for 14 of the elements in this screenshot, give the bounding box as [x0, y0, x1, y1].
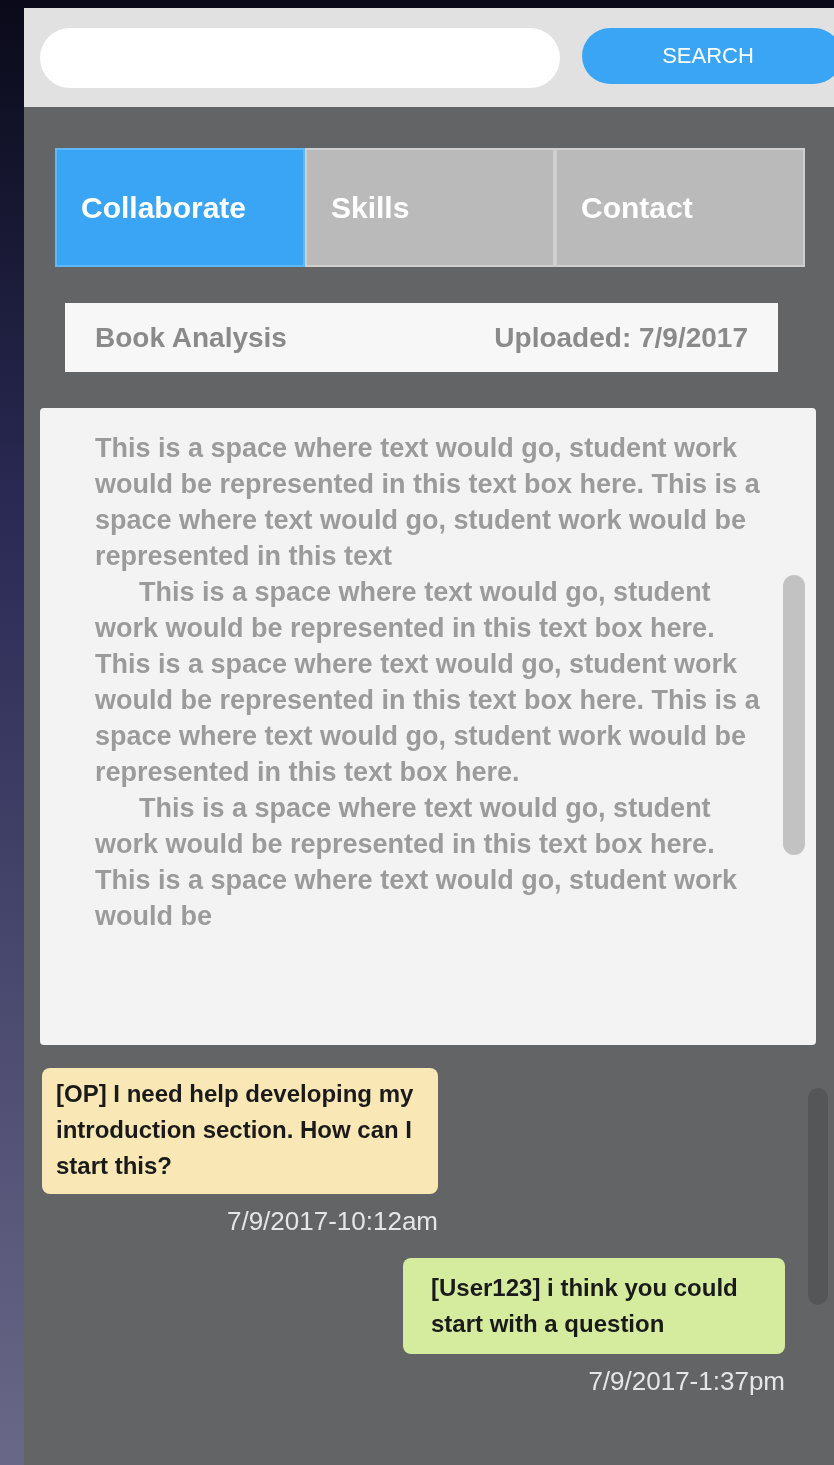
search-button[interactable]: SEARCH [582, 28, 834, 84]
tab[interactable]: Contact [555, 148, 805, 267]
tab[interactable]: Collaborate [55, 148, 305, 267]
message-time: 7/9/2017-10:12am [226, 1205, 438, 1238]
message-bubble: [User123] i think you could start with a question [403, 1258, 785, 1354]
document-title: Book Analysis [95, 321, 287, 354]
tab[interactable]: Skills [305, 148, 555, 267]
paragraph: This is a space where text would go, student work would be represented in this text box here. This is a space where text would go, student work would be represented in this text box here. This is a space where text would go, student work would be represented in this text box here. [95, 576, 760, 789]
upload-date: Uploaded: 7/9/2017 [494, 321, 748, 354]
message-bubble: [OP] I need help developing my introduction section. How can I start this? [42, 1068, 438, 1194]
paragraph: This is a space where text would go, student work would be represented in this text box here. This is a space where text would go, student work would be [95, 792, 739, 933]
scrollbar[interactable] [783, 575, 805, 855]
paragraph: This is a space where text would go, student work would be represented in this text box here. This is a space where text would go, student work would be represented in this text [95, 432, 760, 573]
message-time: 7/9/2017-1:37pm [588, 1365, 785, 1398]
